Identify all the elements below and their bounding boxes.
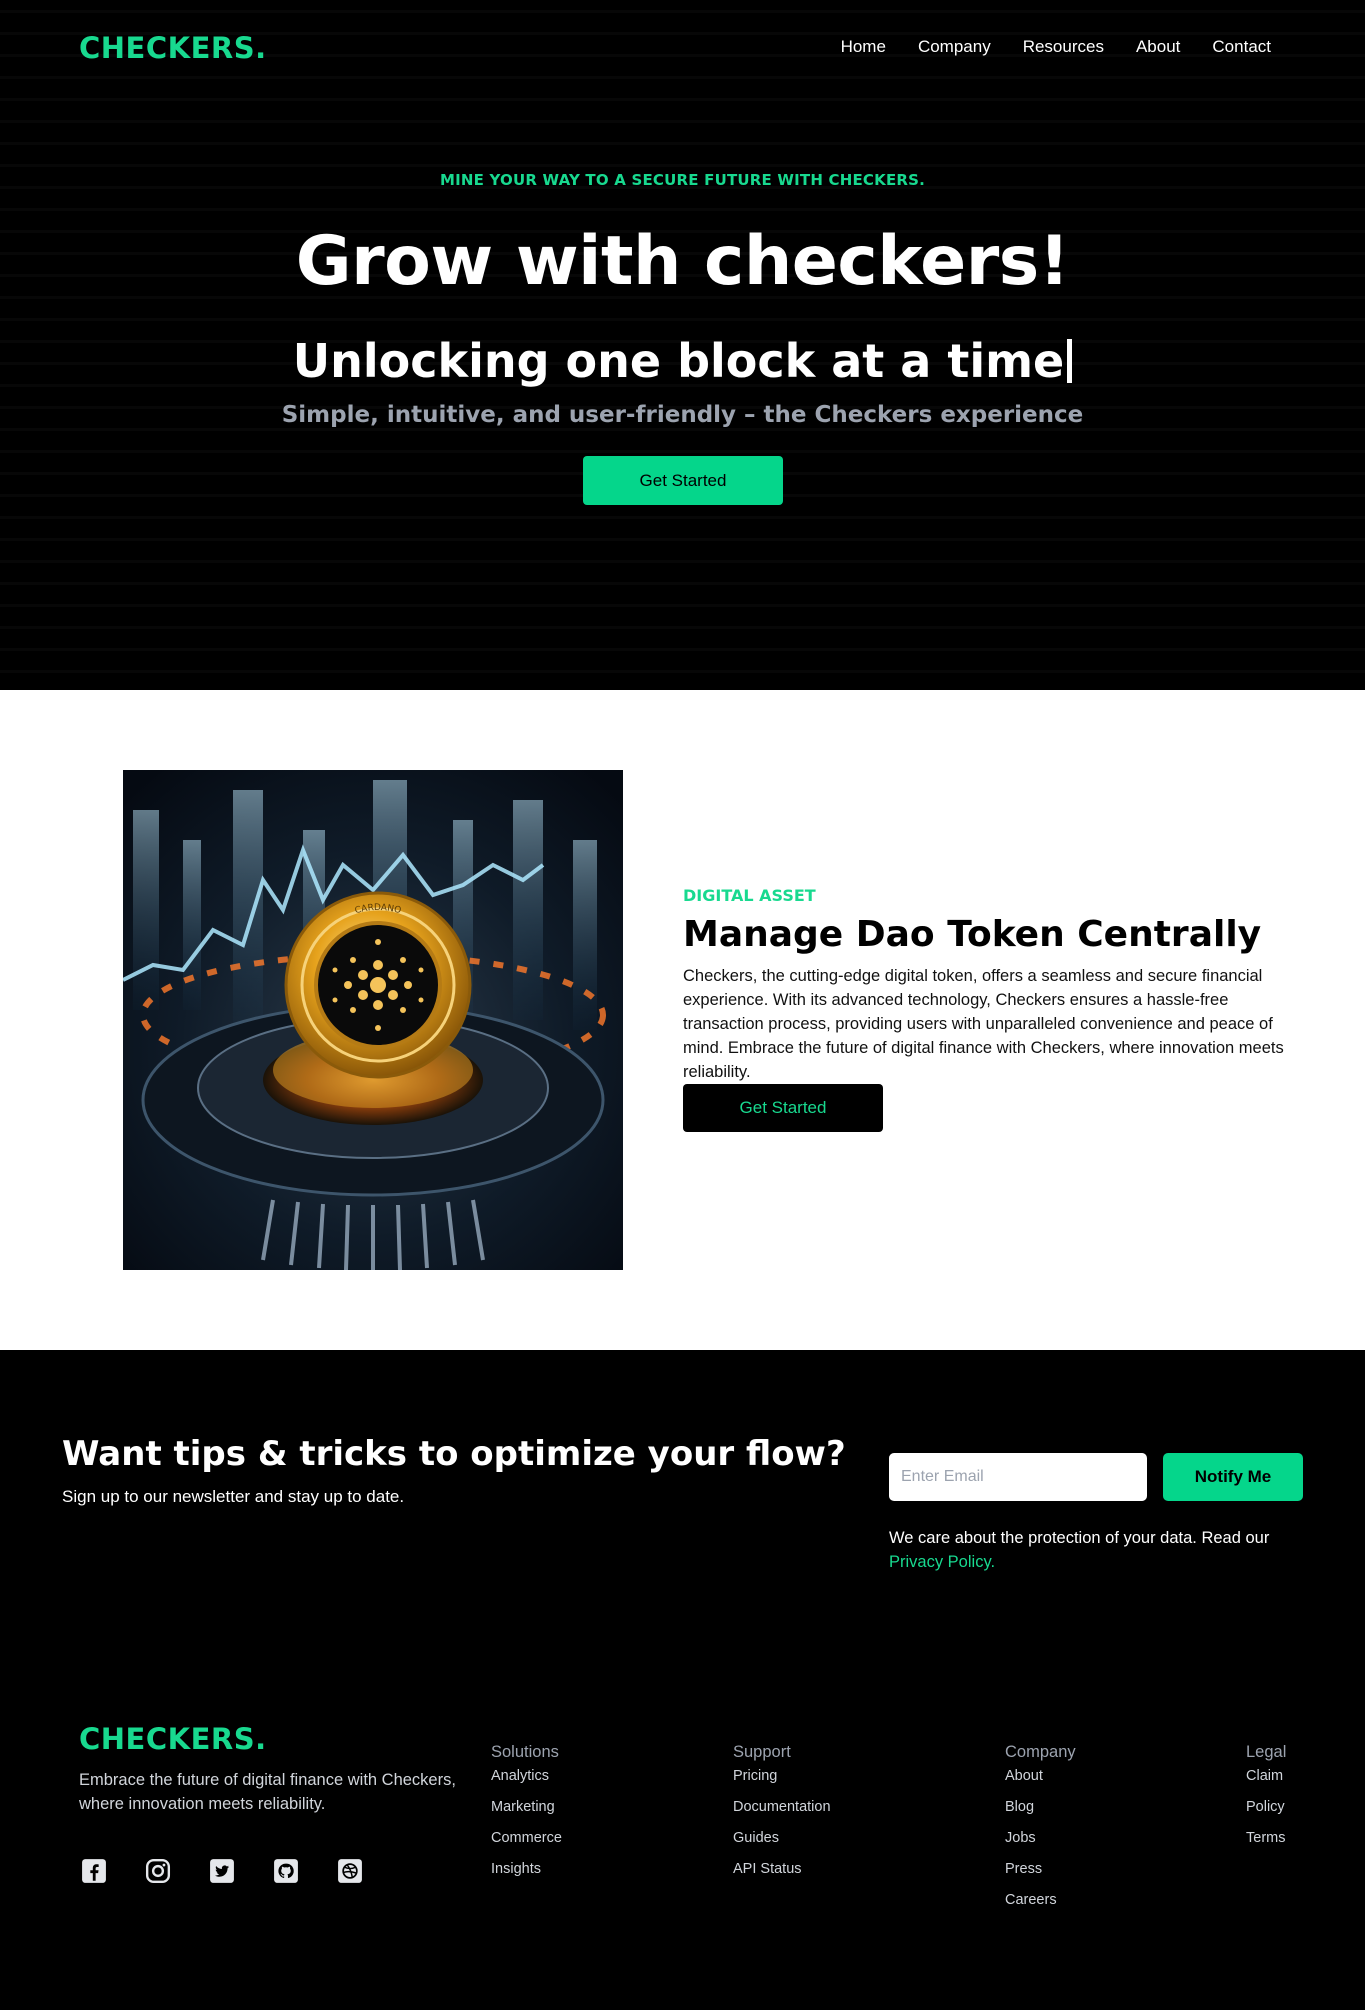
feature-description: Checkers, the cutting-edge digital token… — [683, 967, 1284, 1081]
nav-company[interactable]: Company — [918, 37, 991, 57]
hero-tagline: Simple, intuitive, and user-friendly – t… — [281, 402, 1084, 428]
social-links — [79, 1856, 399, 1886]
footer-column-company: Company About Blog Jobs Press Careers — [1005, 1743, 1076, 1923]
notify-me-button[interactable]: Notify Me — [1163, 1453, 1303, 1501]
cardano-coin-image: CARDANO — [123, 770, 623, 1270]
footer-link-guides[interactable]: Guides — [733, 1830, 831, 1846]
privacy-note-text: We care about the protection of your dat… — [889, 1529, 1270, 1547]
footer-link-policy[interactable]: Policy — [1246, 1799, 1286, 1815]
feature-get-started-button[interactable]: Get Started — [683, 1084, 883, 1132]
hero-eyebrow: MINE YOUR WAY TO A SECURE FUTURE WITH CH… — [439, 171, 926, 189]
footer-column-legal: Legal Claim Policy Terms — [1246, 1743, 1286, 1861]
twitter-icon[interactable] — [207, 1856, 237, 1886]
newsletter-title: Want tips & tricks to optimize your flow… — [62, 1434, 846, 1474]
feature-section: CARDANO DIGITAL ASSET Manage Dao Token C… — [0, 690, 1365, 1350]
hero-get-started-button[interactable]: Get Started — [583, 456, 783, 505]
main-nav: Home Company Resources About Contact — [809, 37, 1271, 57]
footer-link-claim[interactable]: Claim — [1246, 1768, 1286, 1784]
brand-logo[interactable]: CHECKERS. — [79, 31, 267, 65]
feature-eyebrow: DIGITAL ASSET — [683, 886, 816, 905]
footer-blurb: Embrace the future of digital finance wi… — [79, 1771, 456, 1813]
dribbble-icon[interactable] — [335, 1856, 365, 1886]
newsletter-section: Want tips & tricks to optimize your flow… — [0, 1350, 1365, 1640]
footer-link-insights[interactable]: Insights — [491, 1861, 562, 1877]
github-icon[interactable] — [271, 1856, 301, 1886]
typing-caret — [1067, 339, 1073, 383]
nav-home[interactable]: Home — [841, 37, 886, 57]
newsletter-subtitle: Sign up to our newsletter and stay up to… — [62, 1487, 405, 1506]
footer-link-pricing[interactable]: Pricing — [733, 1768, 831, 1784]
privacy-note: We care about the protection of your dat… — [889, 1526, 1309, 1574]
hero-section: CHECKERS. Home Company Resources About C… — [0, 0, 1365, 690]
footer: CHECKERS. Embrace the future of digital … — [0, 1640, 1365, 2010]
footer-link-careers[interactable]: Careers — [1005, 1892, 1076, 1908]
hero-subtitle-text: Unlocking one block at a time — [292, 334, 1065, 388]
footer-link-analytics[interactable]: Analytics — [491, 1768, 562, 1784]
nav-about[interactable]: About — [1136, 37, 1180, 57]
footer-brand-logo[interactable]: CHECKERS. — [79, 1722, 267, 1756]
facebook-icon[interactable] — [79, 1856, 109, 1886]
footer-link-about[interactable]: About — [1005, 1768, 1076, 1784]
instagram-icon[interactable] — [143, 1856, 173, 1886]
footer-link-press[interactable]: Press — [1005, 1861, 1076, 1877]
footer-heading-company: Company — [1005, 1743, 1076, 1761]
feature-title: Manage Dao Token Centrally — [683, 914, 1262, 955]
footer-link-commerce[interactable]: Commerce — [491, 1830, 562, 1846]
nav-resources[interactable]: Resources — [1023, 37, 1104, 57]
hero-title: Grow with checkers! — [295, 222, 1070, 301]
footer-link-api-status[interactable]: API Status — [733, 1861, 831, 1877]
footer-link-blog[interactable]: Blog — [1005, 1799, 1076, 1815]
privacy-policy-link[interactable]: Privacy Policy. — [889, 1553, 995, 1571]
hero-subtitle: Unlocking one block at a time — [0, 334, 1365, 388]
footer-heading-legal: Legal — [1246, 1743, 1287, 1761]
footer-link-jobs[interactable]: Jobs — [1005, 1830, 1076, 1846]
footer-column-support: Support Pricing Documentation Guides API… — [733, 1743, 831, 1892]
email-input[interactable] — [889, 1453, 1147, 1501]
footer-link-marketing[interactable]: Marketing — [491, 1799, 562, 1815]
footer-link-terms[interactable]: Terms — [1246, 1830, 1286, 1846]
footer-column-solutions: Solutions Analytics Marketing Commerce I… — [491, 1743, 562, 1892]
footer-link-documentation[interactable]: Documentation — [733, 1799, 831, 1815]
nav-contact[interactable]: Contact — [1212, 37, 1271, 57]
footer-heading-solutions: Solutions — [491, 1743, 559, 1761]
footer-heading-support: Support — [733, 1743, 791, 1761]
